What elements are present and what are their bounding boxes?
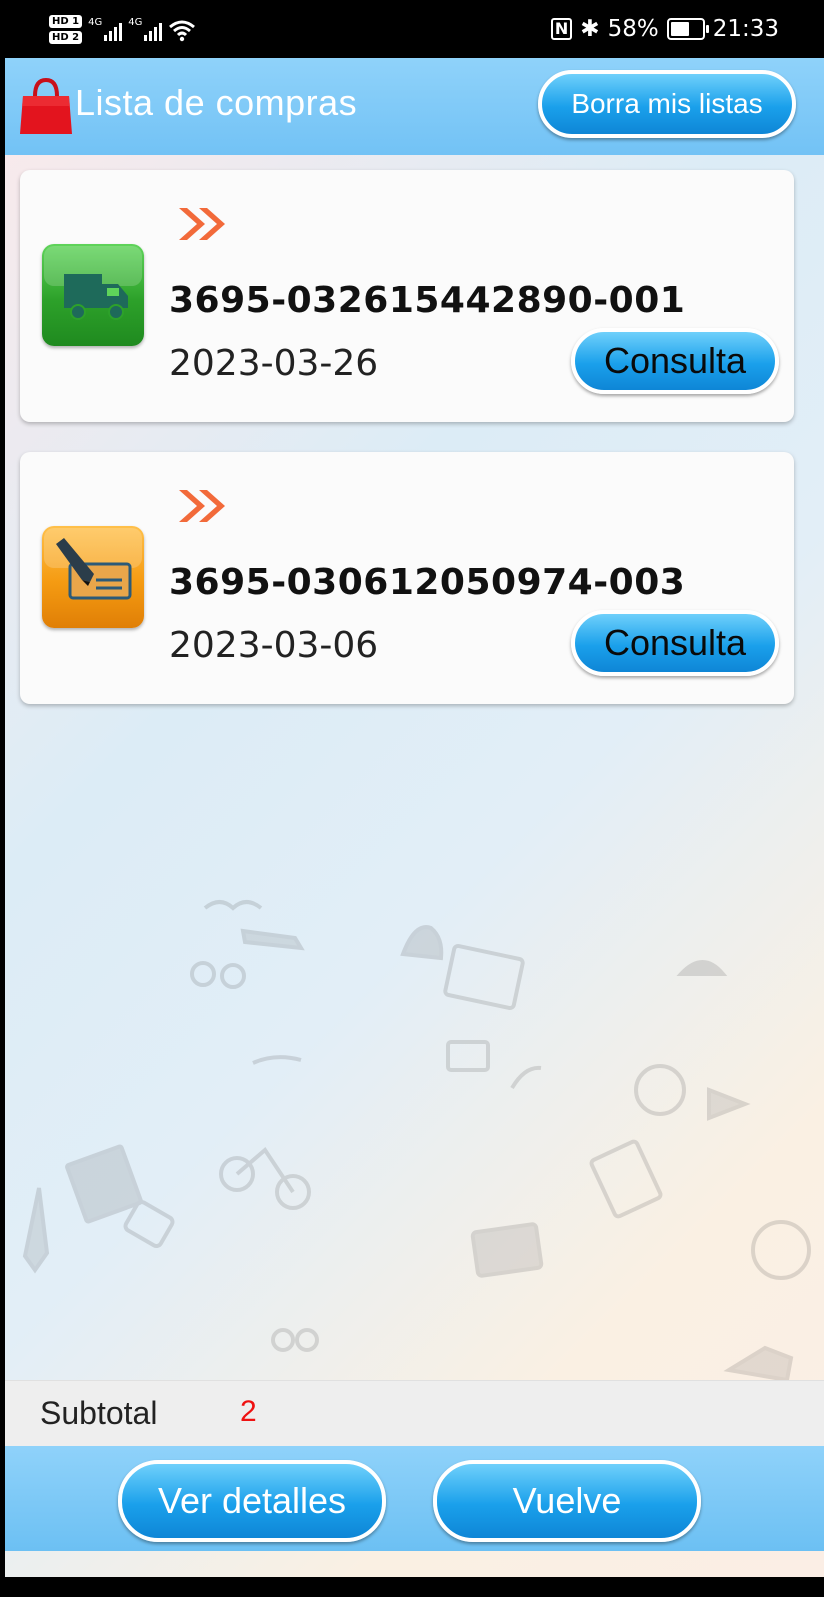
bluetooth-icon: ✱ xyxy=(580,16,600,42)
system-nav-bar xyxy=(5,1577,824,1597)
battery-icon xyxy=(666,18,709,40)
app-body: Lista de compras Borra mis listas 3695-0… xyxy=(5,58,824,1577)
wifi-icon xyxy=(168,18,196,42)
delivery-truck-icon xyxy=(42,244,144,346)
battery-percent: 58% xyxy=(607,16,659,42)
double-chevron-right-icon xyxy=(179,208,225,240)
hd-2-badge: HD 2 xyxy=(49,30,83,44)
status-right: N ✱ 58% 21:33 xyxy=(550,6,779,52)
background-doodles xyxy=(22,900,811,1383)
status-left: HD 1 HD 2 4G 4G xyxy=(49,6,196,52)
clear-lists-button[interactable]: Borra mis listas xyxy=(538,70,796,138)
consult-button[interactable]: Consulta xyxy=(571,328,779,394)
shopping-bag-icon xyxy=(20,77,72,134)
signal-2-icon: 4G xyxy=(128,17,163,41)
hd-indicators: HD 1 HD 2 xyxy=(49,14,83,44)
order-card[interactable]: 3695-032615442890-001 2023-03-26 Consult… xyxy=(20,170,794,422)
app-header: Lista de compras Borra mis listas xyxy=(5,58,824,155)
page-title: Lista de compras xyxy=(75,82,358,123)
bottom-action-bar: Ver detalles Vuelve xyxy=(5,1446,824,1551)
order-number: 3695-032615442890-001 xyxy=(169,280,686,321)
hd-1-badge: HD 1 xyxy=(49,14,83,28)
signal-2-label: 4G xyxy=(128,17,143,28)
back-button[interactable]: Vuelve xyxy=(433,1460,701,1542)
double-chevron-right-icon xyxy=(179,490,225,522)
consult-button[interactable]: Consulta xyxy=(571,610,779,676)
nfc-icon: N xyxy=(550,18,573,40)
signed-document-icon xyxy=(42,526,144,628)
subtotal-value: 2 xyxy=(240,1395,257,1428)
subtotal-label: Subtotal xyxy=(40,1395,158,1431)
order-number: 3695-030612050974-003 xyxy=(169,562,686,603)
order-date: 2023-03-26 xyxy=(169,343,379,384)
device-frame: HD 1 HD 2 4G 4G N ✱ 58% 21:33 Lista de c… xyxy=(0,0,824,1597)
order-card[interactable]: 3695-030612050974-003 2023-03-06 Consult… xyxy=(20,452,794,704)
signal-1-icon: 4G xyxy=(88,17,123,41)
clock: 21:33 xyxy=(712,16,779,42)
view-details-button[interactable]: Ver detalles xyxy=(118,1460,386,1542)
subtotal-bar: Subtotal 2 xyxy=(5,1380,824,1447)
signal-1-label: 4G xyxy=(88,17,103,28)
order-date: 2023-03-06 xyxy=(169,625,379,666)
screen: HD 1 HD 2 4G 4G N ✱ 58% 21:33 Lista de c… xyxy=(5,0,824,1597)
status-bar: HD 1 HD 2 4G 4G N ✱ 58% 21:33 xyxy=(5,0,824,58)
